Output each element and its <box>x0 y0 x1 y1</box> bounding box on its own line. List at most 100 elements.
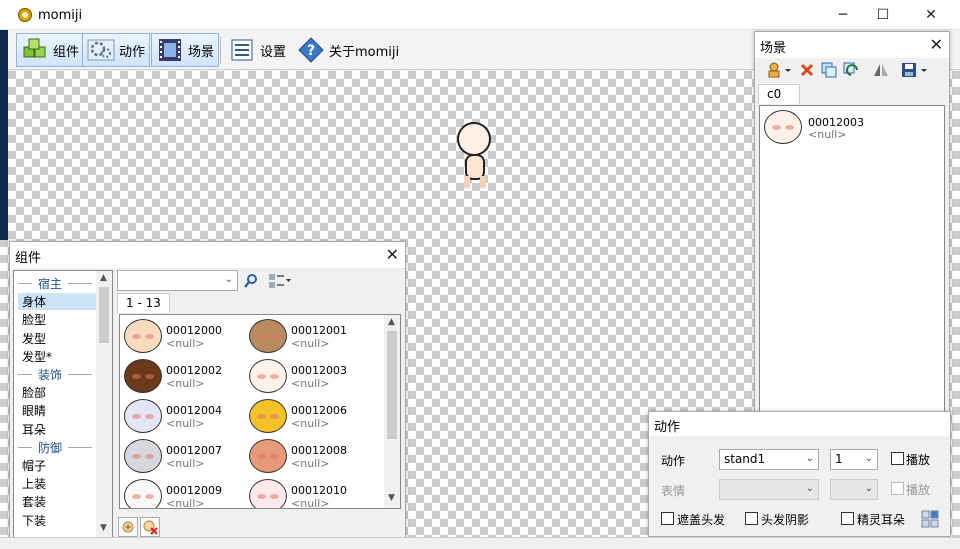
head-thumbnail-icon <box>764 110 802 144</box>
flip-icon[interactable] <box>873 62 889 78</box>
cubes-icon <box>21 36 49 64</box>
status-bar <box>0 537 960 549</box>
action-label: 动作 <box>661 454 686 468</box>
frame-select[interactable]: 1 ⌄ <box>830 449 878 470</box>
component-item[interactable]: 00012008 <null> <box>249 439 369 477</box>
component-item[interactable]: 00012009 <null> <box>124 479 244 508</box>
about-label: 关于momiji <box>329 44 400 60</box>
maximize-button[interactable]: ☐ <box>860 0 906 30</box>
character-preview <box>455 122 497 190</box>
head-thumbnail-icon <box>124 479 162 508</box>
scene-item-sub: <null> <box>808 128 847 141</box>
film-icon <box>156 36 184 64</box>
expression-label: 表情 <box>661 484 686 498</box>
component-item[interactable]: 00012001 <null> <box>249 319 369 357</box>
play-expression-checkbox[interactable] <box>891 482 904 495</box>
scroll-thumb[interactable] <box>387 331 397 439</box>
view-mode-icon[interactable] <box>268 273 292 289</box>
category-item[interactable]: 套装 <box>22 493 46 510</box>
category-list[interactable]: 宿主 身体 脸型 发型 发型* 装饰 脸部 眼睛 耳朵 防御 帽子 上装 套装 下装 ▲ ▼ <box>13 270 113 538</box>
close-icon[interactable]: ✕ <box>930 35 943 54</box>
chevron-down-icon: ⌄ <box>224 274 233 285</box>
component-item[interactable]: 00012003 <null> <box>249 359 369 397</box>
add-character-icon[interactable] <box>767 62 793 78</box>
action-panel-header: 动作 <box>649 412 950 436</box>
category-item[interactable]: 发型* <box>22 348 52 365</box>
category-item[interactable]: 身体 <box>18 293 96 311</box>
expression-select[interactable]: ⌄ <box>719 479 819 500</box>
category-item[interactable]: 脸型 <box>22 311 46 328</box>
category-item[interactable]: 发型 <box>22 330 46 347</box>
cover-hair-checkbox[interactable] <box>661 512 674 525</box>
copy-icon[interactable] <box>821 62 837 78</box>
hair-shadow-checkbox[interactable] <box>745 512 758 525</box>
hair-shadow-label: 头发阴影 <box>761 513 810 527</box>
head-thumbnail-icon <box>124 439 162 473</box>
component-item[interactable]: 00012010 <null> <box>249 479 369 508</box>
scroll-thumb[interactable] <box>99 287 109 343</box>
head-thumbnail-icon <box>124 399 162 433</box>
component-item[interactable]: 00012000 <null> <box>124 319 244 357</box>
component-items-grid[interactable]: 00012000 <null> 00012001 <null> 00012002 <nul… <box>119 314 401 509</box>
actions-button[interactable]: 动作 <box>82 33 151 67</box>
delete-icon[interactable] <box>799 62 815 78</box>
frame-value: 1 <box>835 452 843 466</box>
item-code: 00012001 <box>291 324 347 337</box>
scroll-down-icon[interactable]: ▼ <box>388 493 395 503</box>
character-legs <box>464 176 486 188</box>
category-scrollbar[interactable]: ▲ ▼ <box>96 271 112 537</box>
settings-button[interactable]: 设置 <box>223 33 291 67</box>
expression-frame-select[interactable]: ⌄ <box>830 479 878 500</box>
category-item[interactable]: 下装 <box>22 512 46 529</box>
item-code: 00012002 <box>166 364 222 377</box>
item-sub: <null> <box>166 417 205 430</box>
scene-tab-c0[interactable]: c0 <box>758 84 800 104</box>
search-input[interactable]: ⌄ <box>117 270 238 291</box>
component-item[interactable]: 00012004 <null> <box>124 399 244 437</box>
close-button[interactable]: ✕ <box>908 0 954 30</box>
category-item[interactable]: 耳朵 <box>22 421 46 438</box>
scene-button[interactable]: 场景 <box>151 33 220 67</box>
category-item[interactable]: 脸部 <box>22 384 46 401</box>
item-sub: <null> <box>291 417 330 430</box>
scroll-up-icon[interactable]: ▲ <box>388 317 395 327</box>
scroll-up-icon[interactable]: ▲ <box>100 273 107 283</box>
toolbar-separator <box>220 36 221 64</box>
close-icon[interactable]: ✕ <box>386 245 399 264</box>
component-item[interactable]: 00012006 <null> <box>249 399 369 437</box>
actions-label: 动作 <box>119 44 146 60</box>
category-item[interactable]: 帽子 <box>22 457 46 474</box>
search-icon[interactable] <box>243 273 259 289</box>
elf-ears-label: 精灵耳朵 <box>857 513 906 527</box>
page-tab[interactable]: 1 - 13 <box>117 293 170 313</box>
about-button[interactable]: ? 关于momiji <box>292 33 404 67</box>
add-icon <box>122 521 134 533</box>
scroll-down-icon[interactable]: ▼ <box>100 523 107 533</box>
components-button[interactable]: 组件 <box>16 33 85 67</box>
scene-item-list[interactable]: 00012003 <null> <box>759 105 945 423</box>
refresh-icon[interactable] <box>843 62 859 78</box>
category-item[interactable]: 眼睛 <box>22 402 46 419</box>
play-checkbox[interactable] <box>891 452 904 465</box>
settings-list-icon <box>228 36 256 64</box>
remove-component-button[interactable] <box>140 517 160 537</box>
play-label: 播放 <box>906 453 931 467</box>
svg-text:?: ? <box>307 43 315 59</box>
save-icon[interactable] <box>901 62 929 78</box>
add-component-button[interactable] <box>118 517 138 537</box>
chevron-down-icon: ⌄ <box>805 483 814 494</box>
components-panel-header: 组件 ✕ <box>10 242 405 268</box>
category-header: 防御 <box>38 440 63 455</box>
item-code: 00012010 <box>291 484 347 497</box>
component-item[interactable]: 00012007 <null> <box>124 439 244 477</box>
items-scrollbar[interactable]: ▲ ▼ <box>384 315 400 508</box>
grid-icon[interactable] <box>921 510 939 528</box>
category-item[interactable]: 上装 <box>22 475 46 492</box>
settings-label: 设置 <box>260 44 287 60</box>
components-panel: 组件 ✕ 宿主 身体 脸型 发型 发型* 装饰 脸部 眼睛 耳朵 防御 帽子 上装 套装 下装 ▲ ▼ ⌄… <box>9 241 406 539</box>
action-select[interactable]: stand1 ⌄ <box>719 449 819 470</box>
item-code: 00012006 <box>291 404 347 417</box>
elf-ears-checkbox[interactable] <box>841 512 854 525</box>
component-item[interactable]: 00012002 <null> <box>124 359 244 397</box>
action-panel: 动作 动作 stand1 ⌄ 1 ⌄ 播放 表情 ⌄ ⌄ 播放 遮盖头发 头发阴… <box>648 411 951 537</box>
